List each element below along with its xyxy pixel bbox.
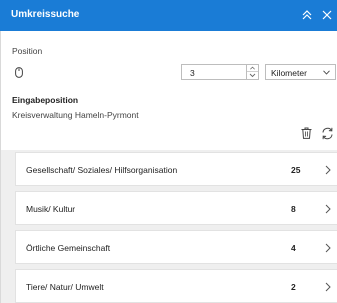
category-item[interactable]: Tiere/ Natur/ Umwelt 2 xyxy=(15,269,337,303)
distance-stepper[interactable] xyxy=(246,65,258,79)
refresh-icon[interactable] xyxy=(321,127,334,140)
category-label: Tiere/ Natur/ Umwelt xyxy=(26,282,104,292)
category-list: Gesellschaft/ Soziales/ Hilfsorganisatio… xyxy=(1,150,337,303)
panel-header: Umkreissuche xyxy=(0,0,337,31)
stepper-down-icon[interactable] xyxy=(247,72,258,79)
category-label: Gesellschaft/ Soziales/ Hilfsorganisatio… xyxy=(26,165,178,175)
distance-input[interactable]: 3 xyxy=(181,64,259,80)
trash-icon[interactable] xyxy=(301,127,312,139)
input-position-address: Kreisverwaltung Hameln-Pyrmont xyxy=(12,110,139,120)
category-item[interactable]: Örtliche Gemeinschaft 4 xyxy=(15,230,337,264)
category-count: 8 xyxy=(291,204,296,214)
category-count: 4 xyxy=(291,243,296,253)
search-panel: Position 3 Kilometer Eingabeposition Kre… xyxy=(0,31,337,303)
panel-title: Umkreissuche xyxy=(11,9,80,20)
position-label: Position xyxy=(12,46,43,56)
unit-select[interactable]: Kilometer xyxy=(265,64,336,80)
unit-selected: Kilometer xyxy=(271,68,307,78)
double-chevron-up-icon[interactable] xyxy=(300,8,314,22)
close-icon[interactable] xyxy=(320,8,334,22)
category-item[interactable]: Gesellschaft/ Soziales/ Hilfsorganisatio… xyxy=(15,152,337,186)
chevron-right-icon xyxy=(325,282,331,292)
chevron-right-icon xyxy=(325,204,331,214)
chevron-right-icon xyxy=(325,165,331,175)
chevron-right-icon xyxy=(325,243,331,253)
category-item[interactable]: Musik/ Kultur 8 xyxy=(15,191,337,225)
category-label: Musik/ Kultur xyxy=(26,204,76,214)
category-count: 2 xyxy=(291,282,296,292)
category-count: 25 xyxy=(291,165,301,175)
chevron-down-icon xyxy=(323,70,330,75)
stepper-up-icon[interactable] xyxy=(247,65,258,72)
distance-value: 3 xyxy=(190,68,195,78)
input-position-heading: Eingabeposition xyxy=(12,95,79,105)
category-label: Örtliche Gemeinschaft xyxy=(26,243,111,253)
mouse-pointer-icon[interactable] xyxy=(15,67,23,78)
